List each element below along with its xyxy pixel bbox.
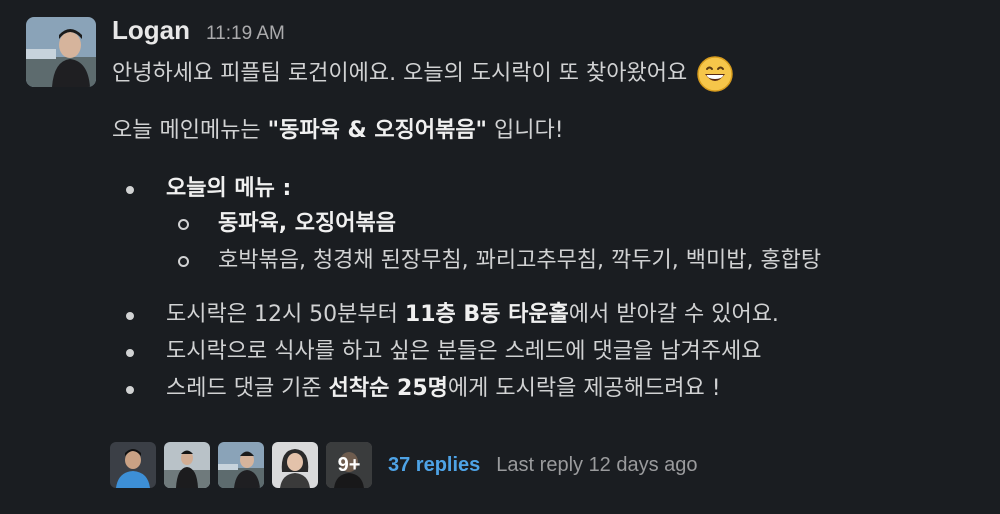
pickup-prefix: 도시락은 12시 50분부터 bbox=[166, 302, 405, 327]
more-repliers-badge[interactable]: 9+ bbox=[326, 442, 372, 488]
main-menu-suffix: 입니다! bbox=[487, 118, 564, 143]
info-list: 도시락은 12시 50분부터 11층 B동 타운홀에서 받아갈 수 있어요. 도… bbox=[112, 300, 982, 404]
list-item: 동파육, 오징어볶음 bbox=[112, 209, 982, 239]
list-item: 스레드 댓글 기준 선착순 25명에게 도시락을 제공해드려요 ! bbox=[112, 374, 982, 404]
main-menu-prefix: 오늘 메인메뉴는 bbox=[112, 118, 268, 143]
message-body: 안녕하세요 피플팀 로건이에요. 오늘의 도시락이 또 찾아왔어요 오늘 메인메… bbox=[112, 56, 982, 404]
limit-suffix: 에게 도시락을 제공해드려요 ! bbox=[447, 376, 721, 401]
pickup-suffix: 에서 받아갈 수 있어요. bbox=[568, 302, 779, 327]
replies-link[interactable]: 37 replies bbox=[388, 454, 480, 477]
list-item: 도시락은 12시 50분부터 11층 B동 타운홀에서 받아갈 수 있어요. bbox=[112, 300, 982, 330]
author-avatar[interactable] bbox=[26, 17, 96, 87]
main-menu-line: 오늘 메인메뉴는 "동파육 & 오징어볶음" 입니다! bbox=[112, 116, 982, 146]
pickup-location: 11층 B동 타운홀 bbox=[404, 302, 569, 327]
menu-heading: 오늘의 메뉴 : bbox=[166, 176, 292, 201]
reply-avatar[interactable] bbox=[164, 442, 210, 488]
message: Logan 11:19 AM 안녕하세요 피플팀 로건이에요. 오늘의 도시락이… bbox=[0, 0, 1000, 514]
menu-side-dishes: 호박볶음, 청경채 된장무침, 꽈리고추무침, 깍두기, 백미밥, 홍합탕 bbox=[218, 248, 822, 273]
reply-avatar[interactable] bbox=[272, 442, 318, 488]
greeting-line: 안녕하세요 피플팀 로건이에요. 오늘의 도시락이 또 찾아왔어요 bbox=[112, 56, 982, 92]
reply-avatar[interactable] bbox=[218, 442, 264, 488]
limit-prefix: 스레드 댓글 기준 bbox=[166, 376, 329, 401]
greeting-text: 안녕하세요 피플팀 로건이에요. 오늘의 도시락이 또 찾아왔어요 bbox=[112, 61, 688, 86]
grinning-face-emoji-icon bbox=[697, 56, 733, 92]
more-count: 9+ bbox=[326, 442, 372, 488]
message-header: Logan 11:19 AM bbox=[112, 15, 285, 51]
list-item: 호박볶음, 청경채 된장무침, 꽈리고추무침, 깍두기, 백미밥, 홍합탕 bbox=[112, 246, 982, 276]
thread-summary[interactable]: 9+ 37 replies Last reply 12 days ago bbox=[110, 442, 698, 488]
limit-bold: 선착순 25명 bbox=[328, 376, 448, 401]
message-timestamp[interactable]: 11:19 AM bbox=[206, 23, 285, 45]
menu-main-dishes: 동파육, 오징어볶음 bbox=[218, 211, 396, 236]
menu-list: 오늘의 메뉴 : 동파육, 오징어볶음 호박볶음, 청경채 된장무침, 꽈리고추… bbox=[112, 174, 982, 276]
thread-comment-instruction: 도시락으로 식사를 하고 싶은 분들은 스레드에 댓글을 남겨주세요 bbox=[166, 339, 762, 364]
author-name[interactable]: Logan bbox=[112, 15, 190, 46]
last-reply-time: Last reply 12 days ago bbox=[496, 453, 698, 476]
reply-avatar[interactable] bbox=[110, 442, 156, 488]
list-item: 오늘의 메뉴 : bbox=[112, 174, 982, 204]
list-item: 도시락으로 식사를 하고 싶은 분들은 스레드에 댓글을 남겨주세요 bbox=[112, 337, 982, 367]
main-menu-bold: "동파육 & 오징어볶음" bbox=[267, 118, 488, 143]
